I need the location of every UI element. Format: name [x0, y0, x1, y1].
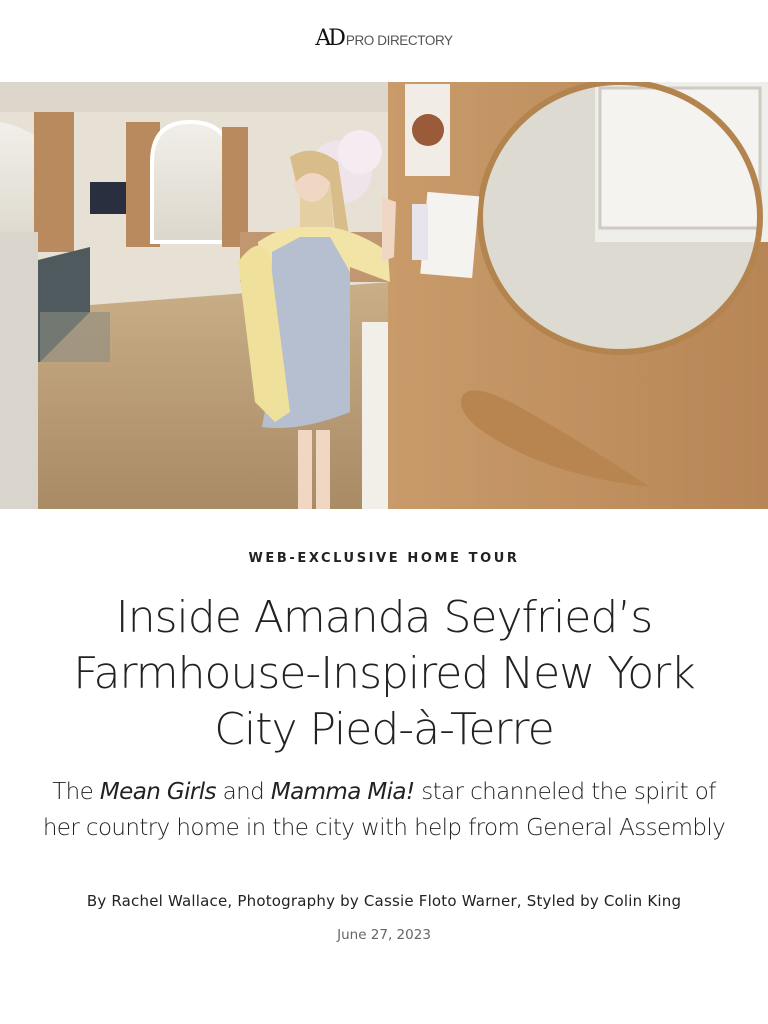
article-byline[interactable]: By Rachel Wallace, Photography by Cassie…: [14, 890, 754, 912]
logo-text: PRO DIRECTORY: [345, 32, 453, 48]
article-header: WEB-EXCLUSIVE HOME TOUR Inside Amanda Se…: [0, 540, 768, 944]
ad-pro-directory-logo[interactable]: AD PRO DIRECTORY: [315, 25, 453, 51]
dek-text-2: and: [215, 779, 271, 805]
hero-photo-illustration: [0, 82, 768, 509]
dek-title-mamma-mia: Mamma Mia!: [270, 779, 415, 805]
hero-photo: [0, 82, 768, 509]
rubric-label[interactable]: WEB-EXCLUSIVE HOME TOUR: [0, 540, 768, 578]
article-headline: Inside Amanda Seyfried’s Farmhouse-Inspi…: [73, 592, 696, 755]
logo-mark: AD: [315, 25, 345, 51]
article-dek: The Mean Girls and Mamma Mia! star chann…: [34, 774, 734, 846]
dek-text-1: The: [52, 779, 100, 805]
publish-date: June 27, 2023: [337, 927, 431, 943]
dek-title-mean-girls: Mean Girls: [99, 779, 217, 805]
site-header: AD PRO DIRECTORY: [0, 0, 768, 82]
